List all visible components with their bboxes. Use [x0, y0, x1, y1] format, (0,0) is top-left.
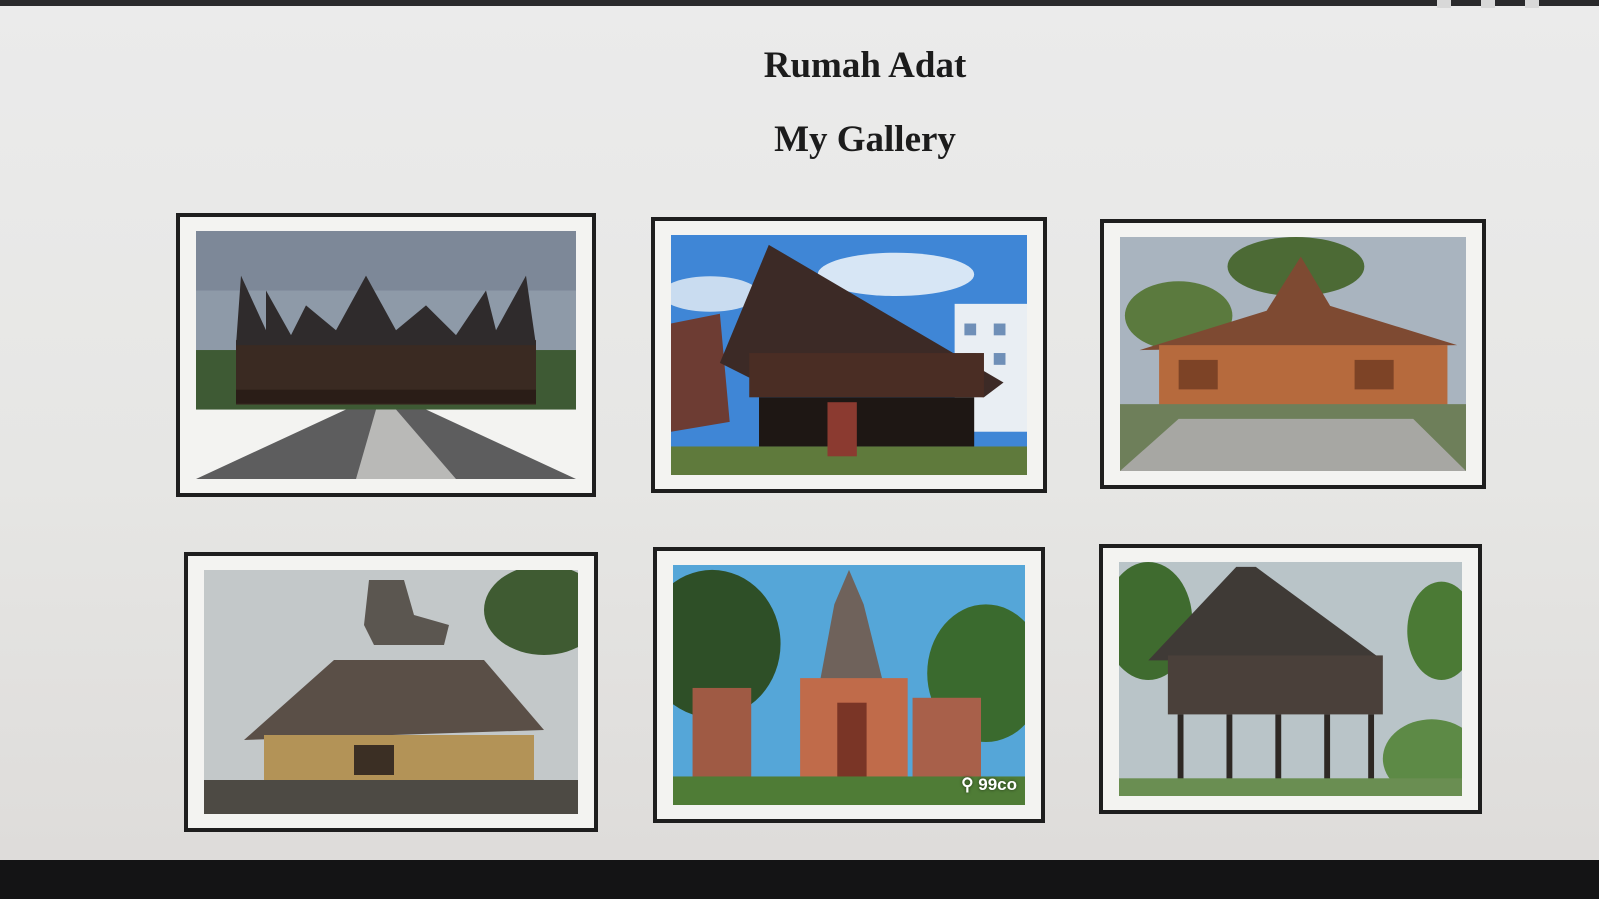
monitor-bezel — [0, 860, 1599, 899]
rumah-aceh-image — [671, 235, 1027, 475]
browser-viewport: Rumah Adat My Gallery ⚲ 99co — [0, 0, 1599, 860]
rumah-gadang-image — [196, 231, 576, 479]
maximize-icon[interactable] — [1481, 0, 1495, 8]
gallery-item-6[interactable] — [1099, 544, 1482, 814]
gallery-heading: My Gallery — [774, 119, 956, 160]
gallery-item-4[interactable] — [184, 552, 598, 832]
gallery-item-3[interactable] — [1100, 219, 1486, 489]
bali-gate-image: ⚲ 99co — [673, 565, 1025, 805]
page-title: Rumah Adat — [763, 45, 967, 86]
minimize-icon[interactable] — [1437, 0, 1451, 8]
rumah-limas-image — [1120, 237, 1466, 471]
watermark-label: ⚲ 99co — [961, 775, 1017, 794]
close-icon[interactable] — [1525, 0, 1539, 8]
gallery-item-5[interactable]: ⚲ 99co — [653, 547, 1045, 823]
stilt-house-image — [1119, 562, 1462, 796]
gallery-item-1[interactable] — [176, 213, 596, 497]
gallery-item-2[interactable] — [651, 217, 1047, 493]
window-controls — [1437, 0, 1539, 8]
rumah-bolon-image — [204, 570, 578, 814]
